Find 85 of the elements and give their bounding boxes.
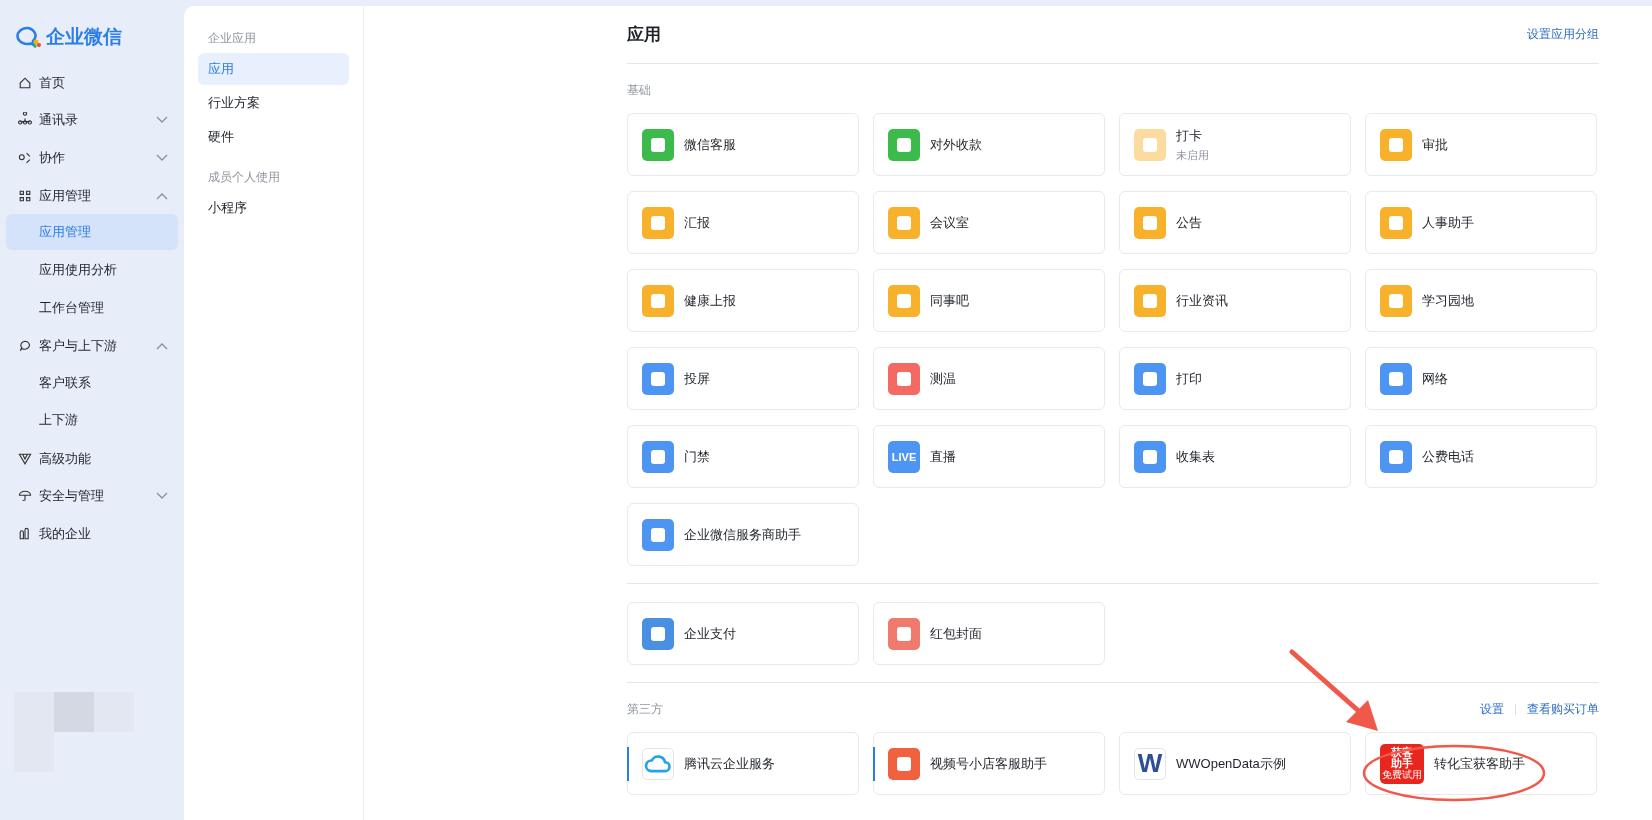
app-card[interactable]: 腾讯云企业服务: [627, 732, 859, 795]
sidebar-item[interactable]: 通讯录: [6, 101, 178, 140]
app-card[interactable]: W WWOpenData示例: [1119, 732, 1351, 795]
sidebar-item[interactable]: 客户与上下游: [6, 327, 178, 365]
app-card[interactable]: 网络: [1365, 347, 1597, 410]
app-card[interactable]: 对外收款: [873, 113, 1105, 176]
sidebar-item[interactable]: 安全与管理: [6, 477, 178, 516]
app-name: 对外收款: [930, 135, 982, 154]
app-card[interactable]: 会议室: [873, 191, 1105, 254]
app-card[interactable]: 汇报: [627, 191, 859, 254]
app-name: 企业支付: [684, 624, 736, 643]
sidebar-subitem[interactable]: 应用使用分析: [6, 251, 178, 288]
accent-bar: [873, 747, 875, 781]
section-link[interactable]: 查看购买订单: [1527, 701, 1599, 718]
app-name: 学习园地: [1422, 291, 1474, 310]
page-title: 应用: [627, 24, 661, 46]
app-card[interactable]: 微信客服: [627, 113, 859, 176]
app-name: 收集表: [1176, 447, 1215, 466]
app-name: 投屏: [684, 369, 710, 388]
app-name: 人事助手: [1422, 213, 1474, 232]
app-status: 未启用: [1176, 147, 1209, 163]
nav-group-title: 成员个人使用: [207, 169, 281, 186]
app-card[interactable]: 投屏: [627, 347, 859, 410]
section-title: 第三方: [627, 701, 663, 718]
app-card[interactable]: 学习园地: [1365, 269, 1597, 332]
app-card[interactable]: 企业支付: [627, 602, 859, 665]
share-icon: [17, 150, 33, 166]
app-card[interactable]: 审批: [1365, 113, 1597, 176]
sidebar-item[interactable]: 协作: [6, 139, 178, 177]
app-card[interactable]: 收集表: [1119, 425, 1351, 488]
sidebar-subitem[interactable]: 工作台管理: [6, 289, 178, 326]
nav-item[interactable]: 行业方案: [198, 87, 349, 119]
app-name: 公费电话: [1422, 447, 1474, 466]
app-card[interactable]: 行业资讯: [1119, 269, 1351, 332]
sidebar-subitem[interactable]: 上下游: [6, 402, 178, 439]
brand-name: 企业微信: [46, 25, 122, 49]
app-name: 审批: [1422, 135, 1448, 154]
sidebar-item[interactable]: 首页: [6, 64, 178, 102]
accent-bar: [627, 747, 629, 781]
app-card[interactable]: 打卡 未启用: [1119, 113, 1351, 176]
app-card[interactable]: 人事助手: [1365, 191, 1597, 254]
section-title: 基础: [627, 82, 651, 99]
app-name: 企业微信服务商助手: [684, 525, 801, 544]
app-name: 视频号小店客服助手: [930, 754, 1047, 773]
sidebar-item[interactable]: 高级功能: [6, 439, 178, 478]
sidebar-item[interactable]: 应用管理: [6, 176, 178, 215]
app-name: 打卡: [1176, 126, 1203, 145]
section-link[interactable]: 设置: [1480, 701, 1504, 718]
app-card[interactable]: 测温: [873, 347, 1105, 410]
app-icon: LIVE: [888, 440, 920, 473]
app-name: 汇报: [684, 213, 710, 232]
app-card[interactable]: 企业微信服务商助手: [627, 503, 859, 566]
app-card[interactable]: 打印: [1119, 347, 1351, 410]
nav-item[interactable]: 硬件: [198, 121, 349, 153]
app-name: 测温: [930, 369, 956, 388]
sidebar-subitem[interactable]: 客户联系: [6, 364, 178, 401]
app-name: 打印: [1176, 369, 1202, 388]
nav-group-title: 企业应用: [207, 30, 257, 47]
app-name: 直播: [930, 447, 956, 466]
app-name: 转化宝获客助手: [1434, 754, 1525, 773]
app-card[interactable]: 同事吧: [873, 269, 1105, 332]
app-name: 网络: [1422, 369, 1448, 388]
app-name: 微信客服: [684, 135, 736, 154]
app-name: 门禁: [684, 447, 710, 466]
app-card[interactable]: 红包封面: [873, 602, 1105, 665]
sidebar-item[interactable]: 我的企业: [6, 515, 178, 553]
app-name: 行业资讯: [1176, 291, 1228, 310]
app-card[interactable]: 公告: [1119, 191, 1351, 254]
nav-item[interactable]: 小程序: [198, 192, 349, 224]
logo-icon: [16, 26, 42, 48]
app-name: 公告: [1176, 213, 1202, 232]
app-name: 腾讯云企业服务: [684, 754, 775, 773]
app-name: 红包封面: [930, 624, 982, 643]
group-settings-link[interactable]: 设置应用分组: [1527, 26, 1599, 43]
app-name: WWOpenData示例: [1176, 754, 1286, 773]
app-name: 同事吧: [930, 291, 969, 310]
app-card[interactable]: 视频号小店客服助手: [873, 732, 1105, 795]
app-icon: W: [1134, 747, 1166, 780]
app-name: 健康上报: [684, 291, 736, 310]
app-name: 会议室: [930, 213, 969, 232]
app-card[interactable]: 门禁: [627, 425, 859, 488]
app-card[interactable]: 公费电话: [1365, 425, 1597, 488]
app-card[interactable]: LIVE 直播: [873, 425, 1105, 488]
app-card[interactable]: 健康上报: [627, 269, 859, 332]
nav-item[interactable]: 应用: [198, 53, 349, 85]
